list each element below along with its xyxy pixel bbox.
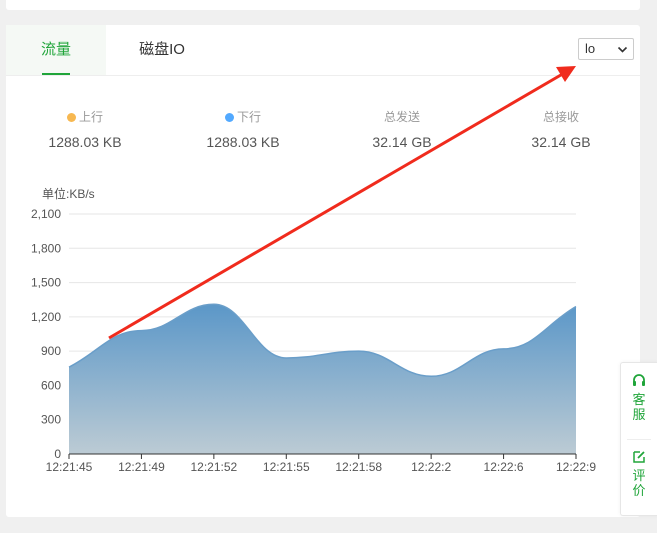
y-tick-label: 900: [41, 344, 61, 358]
x-tick-label: 12:21:49: [118, 460, 165, 474]
y-tick-label: 600: [41, 378, 61, 392]
y-tick-label: 1,500: [31, 276, 61, 290]
traffic-area: [69, 304, 576, 454]
y-tick-label: 1,200: [31, 310, 61, 324]
customer-service-label: 客服: [632, 392, 646, 422]
y-tick-label: 300: [41, 413, 61, 427]
previous-panel-edge: [6, 0, 640, 10]
customer-service-button[interactable]: 客服: [621, 373, 657, 422]
y-tick-label: 0: [54, 447, 61, 461]
x-tick-label: 12:22:6: [484, 460, 524, 474]
x-tick-label: 12:22:2: [411, 460, 451, 474]
x-tick-label: 12:21:52: [190, 460, 237, 474]
x-tick-label: 12:21:45: [46, 460, 93, 474]
annotation-arrow-shaft: [108, 70, 567, 340]
x-tick-label: 12:21:58: [335, 460, 382, 474]
x-tick-label: 12:22:9: [556, 460, 596, 474]
y-tick-label: 2,100: [31, 207, 61, 221]
x-tick-label: 12:21:55: [263, 460, 310, 474]
y-tick-label: 1,800: [31, 241, 61, 255]
annotation-arrow-head: [556, 66, 576, 82]
side-divider: [627, 439, 651, 440]
edit-icon: [621, 449, 657, 468]
network-monitor-panel: 流量 磁盘IO lo 上行 1288.03 KB 下行 1288.03 KB 总…: [6, 25, 640, 517]
review-label: 评价: [632, 468, 646, 498]
side-float-panel: 客服 评价: [620, 362, 657, 516]
review-button[interactable]: 评价: [621, 449, 657, 498]
headset-icon: [621, 373, 657, 392]
traffic-chart: 0 300 600 900 1,200 1,500 1,800 2,100 12:21:45 12…: [31, 66, 596, 474]
